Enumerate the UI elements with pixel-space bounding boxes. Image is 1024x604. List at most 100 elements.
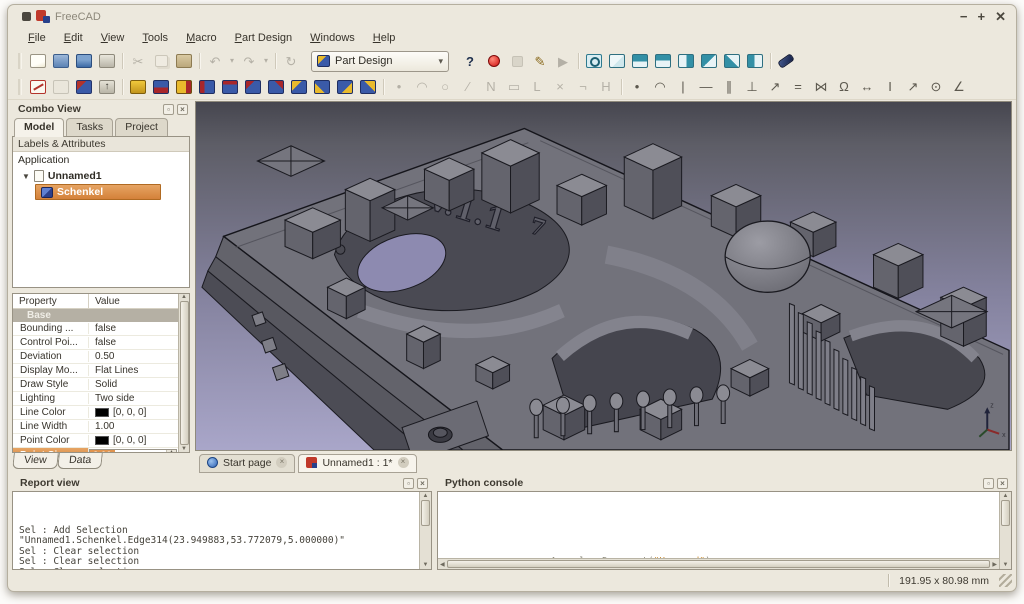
open-file-button[interactable]	[50, 50, 72, 72]
point-tool-button[interactable]: •	[388, 76, 410, 98]
tab-start-page[interactable]: Start page ×	[199, 454, 295, 473]
separator[interactable]	[380, 76, 387, 98]
scroll-up-icon[interactable]: ▲	[181, 294, 187, 300]
float-panel-icon[interactable]: ▫	[983, 478, 994, 489]
property-row[interactable]: Line Color [0, 0, 0]	[13, 406, 178, 420]
rear-view-button[interactable]	[698, 50, 720, 72]
vertical-constraint-button[interactable]: |	[672, 76, 694, 98]
3d-viewport[interactable]: V.1.1 7	[195, 101, 1012, 451]
workbench-selector[interactable]: Part Design ▾	[311, 51, 449, 72]
scrollbar-thumb[interactable]	[180, 301, 189, 445]
scroll-down-icon[interactable]: ▼	[181, 446, 187, 452]
undo-dropdown[interactable]: ▾	[227, 50, 237, 72]
property-row[interactable]: Control Poi... false	[13, 336, 178, 350]
maximize-button[interactable]: +	[978, 10, 986, 23]
property-row[interactable]: Bounding ... false	[13, 322, 178, 336]
separator[interactable]	[767, 50, 774, 72]
property-row[interactable]: Deviation 0.50	[13, 350, 178, 364]
map-sketch-button[interactable]	[73, 76, 95, 98]
python-console-body[interactable]: App.closeDocument("Unnamed") Gui.activat…	[437, 491, 1012, 570]
cut-button[interactable]: ✂	[127, 50, 149, 72]
draft-button[interactable]	[265, 76, 287, 98]
perpendicular-constraint-button[interactable]: ⊥	[741, 76, 763, 98]
macro-record-button[interactable]	[483, 50, 505, 72]
menu-part-design[interactable]: Part Design	[227, 30, 300, 46]
paste-button[interactable]	[173, 50, 195, 72]
toolbar-handle[interactable]	[18, 53, 22, 69]
fillet-button[interactable]	[219, 76, 241, 98]
tab-tasks[interactable]: Tasks	[66, 118, 113, 136]
macro-play-button[interactable]: ▶	[552, 50, 574, 72]
view-sketch-button[interactable]	[50, 76, 72, 98]
tab-close-icon[interactable]: ×	[398, 457, 409, 468]
macro-edit-button[interactable]: ✎	[529, 50, 551, 72]
tab-view[interactable]: View	[12, 453, 58, 469]
pad-button[interactable]	[127, 76, 149, 98]
close-panel-icon[interactable]: ×	[177, 104, 188, 115]
multitransform-button[interactable]	[357, 76, 379, 98]
new-file-button[interactable]	[27, 50, 49, 72]
menu-tools[interactable]: Tools	[134, 30, 176, 46]
refresh-button[interactable]: ↻	[280, 50, 302, 72]
rectangle-tool-button[interactable]: ▭	[503, 76, 525, 98]
right-view-button[interactable]	[675, 50, 697, 72]
fit-all-button[interactable]	[583, 50, 605, 72]
menu-view[interactable]: View	[93, 30, 133, 46]
arc-tool-button[interactable]: ◠	[411, 76, 433, 98]
distance-constraint-button[interactable]: ↗	[902, 76, 924, 98]
close-panel-icon[interactable]: ×	[417, 478, 428, 489]
property-row[interactable]: Draw Style Solid	[13, 378, 178, 392]
save-button[interactable]	[73, 50, 95, 72]
external-geometry-button[interactable]: ¬	[572, 76, 594, 98]
python-console-scrollbar[interactable]: ▲▼	[999, 492, 1011, 569]
macro-stop-button[interactable]	[506, 50, 528, 72]
fillet-sketch-button[interactable]: L	[526, 76, 548, 98]
equal-constraint-button[interactable]: =	[787, 76, 809, 98]
circle-tool-button[interactable]: ○	[434, 76, 456, 98]
point-on-object-constraint-button[interactable]: ◠	[649, 76, 671, 98]
tab-model[interactable]: Model	[14, 118, 64, 137]
model-tree[interactable]: Labels & Attributes Application ▼ Unname…	[12, 136, 190, 288]
construction-mode-button[interactable]: H	[595, 76, 617, 98]
property-row[interactable]: Point Color [0, 0, 0]	[13, 434, 178, 448]
undo-button[interactable]: ↶	[204, 50, 226, 72]
line-tool-button[interactable]: ∕	[457, 76, 479, 98]
polar-pattern-button[interactable]	[334, 76, 356, 98]
redo-button[interactable]: ↷	[238, 50, 260, 72]
parallel-constraint-button[interactable]: ∥	[718, 76, 740, 98]
close-panel-icon[interactable]: ×	[997, 478, 1008, 489]
polyline-tool-button[interactable]: N	[480, 76, 502, 98]
symmetric-constraint-button[interactable]: ⋈	[810, 76, 832, 98]
new-sketch-button[interactable]	[27, 76, 49, 98]
print-button[interactable]	[96, 50, 118, 72]
menu-windows[interactable]: Windows	[302, 30, 363, 46]
property-row[interactable]: Display Mo... Flat Lines	[13, 364, 178, 378]
tab-project[interactable]: Project	[115, 118, 168, 136]
left-view-button[interactable]	[744, 50, 766, 72]
toolbar-handle[interactable]	[18, 79, 22, 95]
separator[interactable]	[119, 76, 126, 98]
property-row[interactable]: Lighting Two side	[13, 392, 178, 406]
menu-file[interactable]: File	[20, 30, 54, 46]
whatsthis-button[interactable]: ?	[458, 50, 482, 72]
linear-pattern-button[interactable]	[311, 76, 333, 98]
horizontal-distance-constraint-button[interactable]: ↔	[856, 76, 878, 98]
menu-macro[interactable]: Macro	[178, 30, 225, 46]
pocket-button[interactable]	[150, 76, 172, 98]
tangent-constraint-button[interactable]: ↗	[764, 76, 786, 98]
vertical-distance-constraint-button[interactable]: I	[879, 76, 901, 98]
property-row[interactable]: Line Width 1.00	[13, 420, 178, 434]
revolution-button[interactable]	[173, 76, 195, 98]
separator[interactable]	[196, 50, 203, 72]
menu-help[interactable]: Help	[365, 30, 404, 46]
radius-constraint-button[interactable]: ⊙	[925, 76, 947, 98]
leave-sketch-button[interactable]: ↑	[96, 76, 118, 98]
axonometric-view-button[interactable]	[606, 50, 628, 72]
coincident-constraint-button[interactable]: •	[626, 76, 648, 98]
float-panel-icon[interactable]: ▫	[403, 478, 414, 489]
spinner-buttons[interactable]: ▲▼	[166, 450, 176, 454]
angle-constraint-button[interactable]: ∠	[948, 76, 970, 98]
measure-button[interactable]	[775, 50, 797, 72]
lock-constraint-button[interactable]: Ω	[833, 76, 855, 98]
tree-item-application[interactable]: Application	[13, 152, 189, 168]
